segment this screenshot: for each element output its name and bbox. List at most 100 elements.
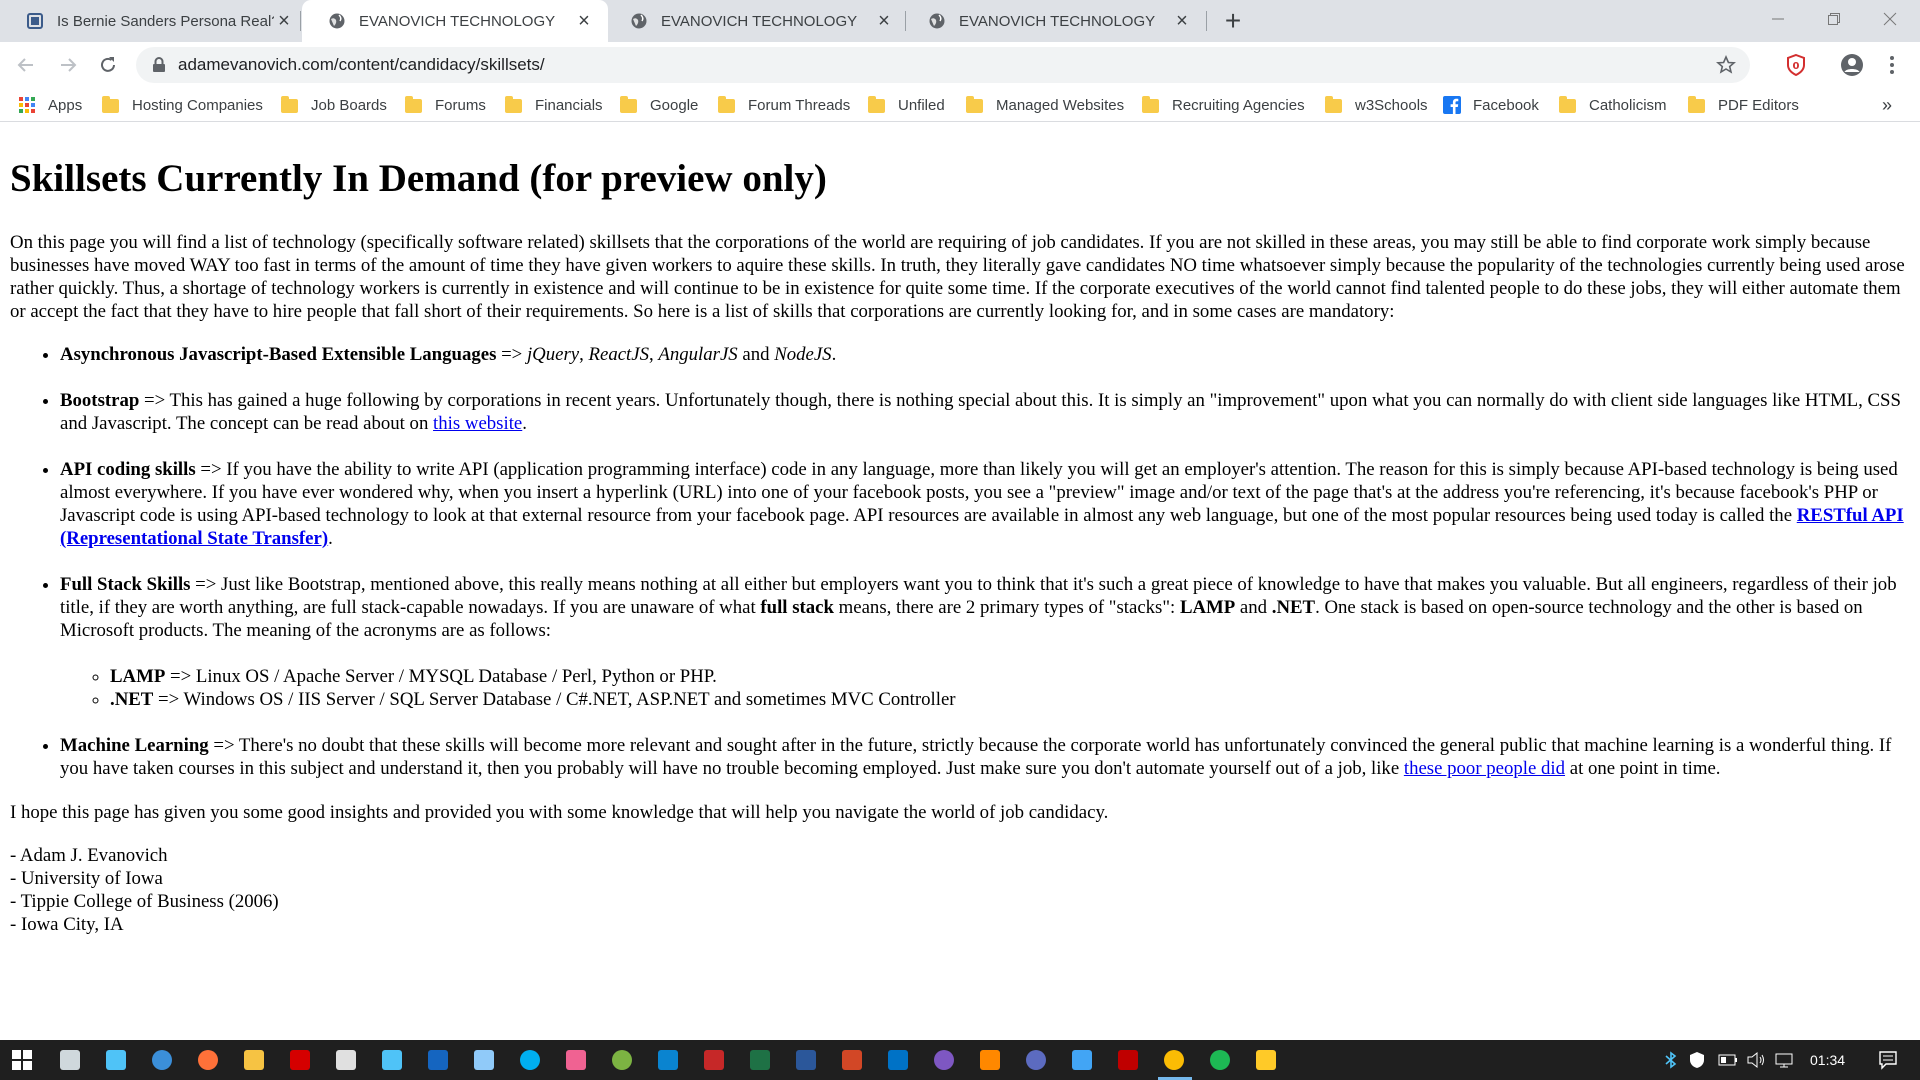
media-icon-glyph: [1026, 1050, 1046, 1070]
maximize-button[interactable]: [1806, 0, 1862, 38]
bookmark-managed-websites[interactable]: Managed Websites: [966, 88, 1124, 122]
list-item-machine-learning: Machine Learning => There's no doubt tha…: [60, 734, 1910, 780]
camera-icon-glyph: [336, 1050, 356, 1070]
access-icon-glyph: [704, 1050, 724, 1070]
teamviewer-icon[interactable]: [424, 1046, 452, 1074]
menu-button[interactable]: [1876, 49, 1908, 81]
settings-app-icon[interactable]: [378, 1046, 406, 1074]
minimize-button[interactable]: [1750, 0, 1806, 38]
skill-text: .: [328, 527, 333, 549]
tab-evanovich-3[interactable]: EVANOVICH TECHNOLOGY ×: [902, 0, 1206, 42]
start-button[interactable]: [8, 1046, 36, 1074]
stack-text: => Linux OS / Apache Server / MYSQL Data…: [165, 665, 717, 687]
bookmark-forums[interactable]: Forums: [405, 88, 486, 122]
close-tab-icon[interactable]: ×: [874, 10, 894, 32]
task-view-icon[interactable]: [56, 1046, 84, 1074]
bookmarks-bar: Apps Hosting Companies Job Boards Forums…: [0, 88, 1920, 122]
bookmark-label: w3Schools: [1355, 96, 1428, 114]
new-tab-button[interactable]: +: [1218, 5, 1248, 36]
media-icon[interactable]: [1022, 1046, 1050, 1074]
tab-bernie[interactable]: Is Bernie Sanders Persona Real? | ×: [0, 0, 308, 42]
bookmark-catholicism[interactable]: Catholicism: [1559, 88, 1667, 122]
bookmark-recruiting-agencies[interactable]: Recruiting Agencies: [1142, 88, 1305, 122]
tab-evanovich-2[interactable]: EVANOVICH TECHNOLOGY ×: [604, 0, 908, 42]
vlc-icon[interactable]: [976, 1046, 1004, 1074]
powerpoint-icon[interactable]: [838, 1046, 866, 1074]
greenshot-icon[interactable]: [608, 1046, 636, 1074]
bookmark-unfiled[interactable]: Unfiled: [868, 88, 945, 122]
profile-button[interactable]: [1836, 49, 1868, 81]
chrome-icon[interactable]: [1160, 1046, 1188, 1074]
remote-desktop-icon-glyph: [1072, 1050, 1092, 1070]
skype-icon-glyph: [520, 1050, 540, 1070]
skill-name: Bootstrap: [60, 389, 140, 411]
git-icon[interactable]: [240, 1046, 268, 1074]
windows-taskbar: 01:34: [0, 1040, 1920, 1080]
edge-icon[interactable]: [148, 1046, 176, 1074]
skill-library: ReactJS: [588, 343, 649, 365]
forward-arrow-icon: [61, 58, 77, 72]
this-website-link[interactable]: this website: [433, 413, 522, 434]
paint-icon-glyph: [566, 1050, 586, 1070]
page-title: Skillsets Currently In Demand (for previ…: [10, 157, 827, 200]
remote-desktop-icon[interactable]: [1068, 1046, 1096, 1074]
tor-icon[interactable]: [930, 1046, 958, 1074]
kebab-menu-icon: [1890, 56, 1894, 74]
url-text[interactable]: adamevanovich.com/content/candidacy/skil…: [178, 47, 545, 83]
bookmark-apps[interactable]: Apps: [18, 88, 82, 122]
paint-icon[interactable]: [562, 1046, 590, 1074]
file-explorer-icon[interactable]: [1252, 1046, 1280, 1074]
tab-separator: [300, 11, 301, 31]
bookmarks-overflow-chevron-icon[interactable]: »: [1882, 88, 1892, 122]
reload-button[interactable]: [92, 49, 124, 81]
bookmark-star-icon[interactable]: [1714, 53, 1738, 77]
bookmark-financials[interactable]: Financials: [505, 88, 603, 122]
tab-evanovich-active[interactable]: EVANOVICH TECHNOLOGY ×: [302, 0, 608, 42]
bookmark-job-boards[interactable]: Job Boards: [281, 88, 387, 122]
bookmark-facebook[interactable]: Facebook: [1443, 88, 1539, 122]
network-icon[interactable]: [470, 1046, 498, 1074]
git-icon-glyph: [244, 1050, 264, 1070]
back-button[interactable]: [10, 49, 42, 81]
outlook-icon[interactable]: [884, 1046, 912, 1074]
filezilla-icon[interactable]: [1114, 1046, 1142, 1074]
address-bar[interactable]: adamevanovich.com/content/candidacy/skil…: [136, 47, 1750, 83]
word-icon[interactable]: [792, 1046, 820, 1074]
skill-bold-term: .NET: [1271, 596, 1316, 618]
close-tab-icon[interactable]: ×: [1172, 10, 1192, 32]
list-item-bootstrap: Bootstrap => This has gained a huge foll…: [60, 389, 1910, 435]
close-tab-icon[interactable]: ×: [574, 10, 594, 32]
file-explorer-small-icon[interactable]: [102, 1046, 130, 1074]
forward-button[interactable]: [52, 49, 84, 81]
bookmark-hosting-companies[interactable]: Hosting Companies: [102, 88, 263, 122]
tab-strip: Is Bernie Sanders Persona Real? | × EVAN…: [0, 0, 1920, 42]
firefox-icon[interactable]: [194, 1046, 222, 1074]
excel-icon-glyph: [750, 1050, 770, 1070]
skill-text: at one point in time.: [1565, 757, 1721, 779]
bookmark-pdf-editors[interactable]: PDF Editors: [1688, 88, 1799, 122]
bookmark-google[interactable]: Google: [620, 88, 698, 122]
lock-icon[interactable]: [150, 56, 168, 74]
clock[interactable]: 01:34: [1810, 1040, 1845, 1080]
access-icon[interactable]: [700, 1046, 728, 1074]
skill-text: and: [737, 343, 775, 365]
globe-icon: [328, 12, 346, 30]
word-icon-glyph: [796, 1050, 816, 1070]
excel-icon[interactable]: [746, 1046, 774, 1074]
close-tab-icon[interactable]: ×: [274, 10, 294, 32]
camera-icon[interactable]: [332, 1046, 360, 1074]
vscode-icon[interactable]: [654, 1046, 682, 1074]
bookmark-w3schools[interactable]: w3Schools: [1325, 88, 1428, 122]
folder-icon: [1559, 96, 1577, 114]
network-icon-glyph: [474, 1050, 494, 1070]
apps-grid-icon: [19, 97, 35, 113]
close-window-button[interactable]: [1862, 0, 1918, 38]
spotify-icon[interactable]: [1206, 1046, 1234, 1074]
skype-icon[interactable]: [516, 1046, 544, 1074]
vscode-icon-glyph: [658, 1050, 678, 1070]
these-poor-people-did-link[interactable]: these poor people did: [1404, 758, 1565, 779]
bookmark-forum-threads[interactable]: Forum Threads: [718, 88, 850, 122]
acrobat-icon[interactable]: [286, 1046, 314, 1074]
extension-button[interactable]: 0: [1780, 49, 1812, 81]
bookmark-label: Facebook: [1473, 96, 1539, 114]
